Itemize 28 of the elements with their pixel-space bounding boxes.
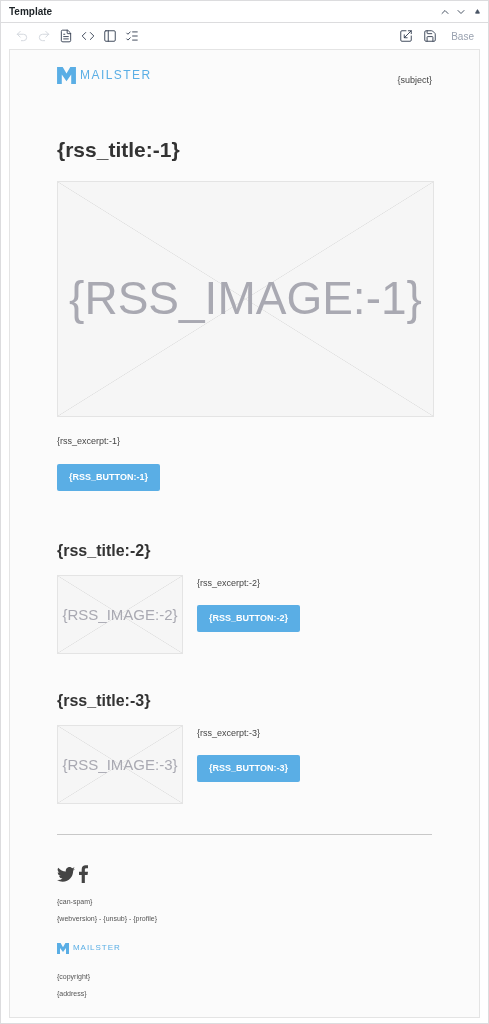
subject-text: {subject} (397, 74, 432, 87)
logo-m-icon (57, 942, 69, 954)
logo-m-icon (57, 66, 76, 84)
post-title: {rss_title:-3} (57, 691, 152, 712)
read-more-button[interactable]: {RSS_BUTTON:-2} (197, 604, 300, 632)
read-more-button[interactable]: {RSS_BUTTON:-1} (57, 464, 160, 492)
read-more-button[interactable]: {RSS_BUTTON:-3} (197, 754, 300, 782)
placeholder-text: {RSS_IMAGE:-3} (62, 754, 178, 775)
logo-text: MAILSTER (73, 942, 121, 955)
post-excerpt: {rss_excerpt:-3} (197, 727, 261, 741)
resize-icon[interactable] (399, 29, 414, 43)
checklist-icon[interactable] (125, 29, 139, 43)
logo-text: MAILSTER (80, 67, 152, 84)
post-excerpt: {rss_excerpt:-1} (57, 434, 122, 448)
save-icon[interactable] (423, 29, 438, 43)
document-icon[interactable] (59, 29, 73, 43)
base-button[interactable]: Base (451, 28, 474, 44)
post-title: {rss_title:-2} (57, 541, 152, 562)
panel-title: Template (9, 5, 54, 19)
facebook-icon[interactable] (79, 865, 88, 884)
post-title: {rss_title:-1} (57, 137, 181, 163)
code-icon[interactable] (81, 29, 95, 43)
twitter-icon[interactable] (57, 866, 75, 882)
post-excerpt: {rss_excerpt:-2} (197, 577, 261, 591)
collapse-icon[interactable] (475, 9, 480, 14)
placeholder-text: {RSS_IMAGE:-2} (62, 604, 178, 625)
placeholder-text: {RSS_IMAGE:-1} (69, 271, 422, 326)
layout-icon[interactable] (103, 29, 117, 43)
